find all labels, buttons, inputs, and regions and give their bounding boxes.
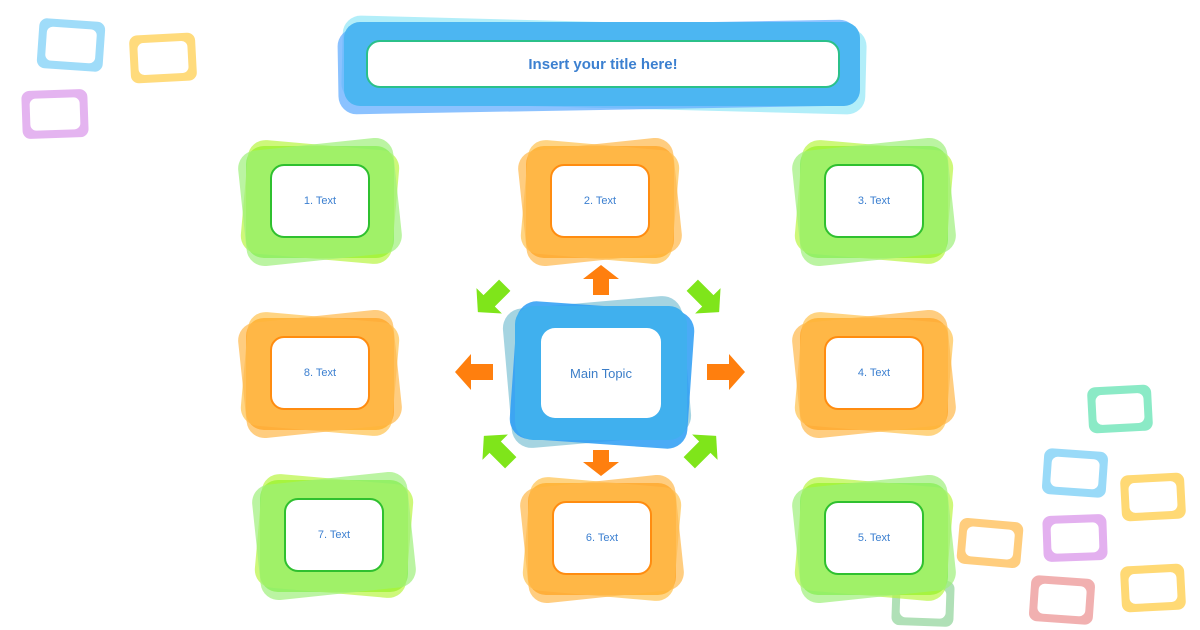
topic-node-2: 2. Text <box>516 136 686 268</box>
topic-box-5[interactable]: 5. Text <box>824 501 924 575</box>
decor-square-orange <box>956 517 1024 569</box>
main-topic-box[interactable]: Main Topic <box>541 328 661 418</box>
topic-node-4: 4. Text <box>790 308 960 440</box>
main-topic-node: Main Topic <box>501 294 696 451</box>
title-text: Insert your title here! <box>528 55 678 73</box>
topic-label-8: 8. Text <box>303 367 337 379</box>
decor-square-yellow <box>1119 472 1187 522</box>
arrow-right <box>707 354 745 390</box>
title-banner: Insert your title here! <box>336 15 872 115</box>
topic-label-2: 2. Text <box>583 195 617 207</box>
decor-square-purple <box>21 88 89 140</box>
decor-square-yellow <box>1119 563 1187 613</box>
topic-box-2[interactable]: 2. Text <box>550 164 650 238</box>
topic-label-1: 1. Text <box>303 195 337 207</box>
topic-node-8: 8. Text <box>236 308 406 440</box>
topic-label-4: 4. Text <box>857 367 891 379</box>
decor-square-yellow <box>128 32 198 84</box>
main-topic-label: Main Topic <box>570 365 632 381</box>
decor-square-blue <box>1041 447 1109 499</box>
topic-label-3: 3. Text <box>857 195 891 207</box>
topic-node-5: 5. Text <box>790 473 960 605</box>
title-box[interactable]: Insert your title here! <box>366 40 840 88</box>
decor-square-red <box>1028 574 1096 626</box>
topic-box-8[interactable]: 8. Text <box>270 336 370 410</box>
topic-node-3: 3. Text <box>790 136 960 268</box>
topic-box-7[interactable]: 7. Text <box>284 498 384 572</box>
topic-label-7: 7. Text <box>317 529 351 541</box>
arrow-down <box>583 450 619 476</box>
topic-node-6: 6. Text <box>518 473 688 605</box>
topic-box-1[interactable]: 1. Text <box>270 164 370 238</box>
topic-box-4[interactable]: 4. Text <box>824 336 924 410</box>
topic-box-3[interactable]: 3. Text <box>824 164 924 238</box>
decor-square-blue <box>36 17 106 73</box>
topic-node-1: 1. Text <box>236 136 406 268</box>
decor-square-purple <box>1042 513 1108 563</box>
topic-node-7: 7. Text <box>250 470 420 602</box>
topic-label-5: 5. Text <box>857 532 891 544</box>
topic-box-6[interactable]: 6. Text <box>552 501 652 575</box>
decor-square-teal <box>1086 384 1154 434</box>
topic-label-6: 6. Text <box>585 532 619 544</box>
arrow-up <box>583 265 619 295</box>
arrow-left <box>455 354 493 390</box>
